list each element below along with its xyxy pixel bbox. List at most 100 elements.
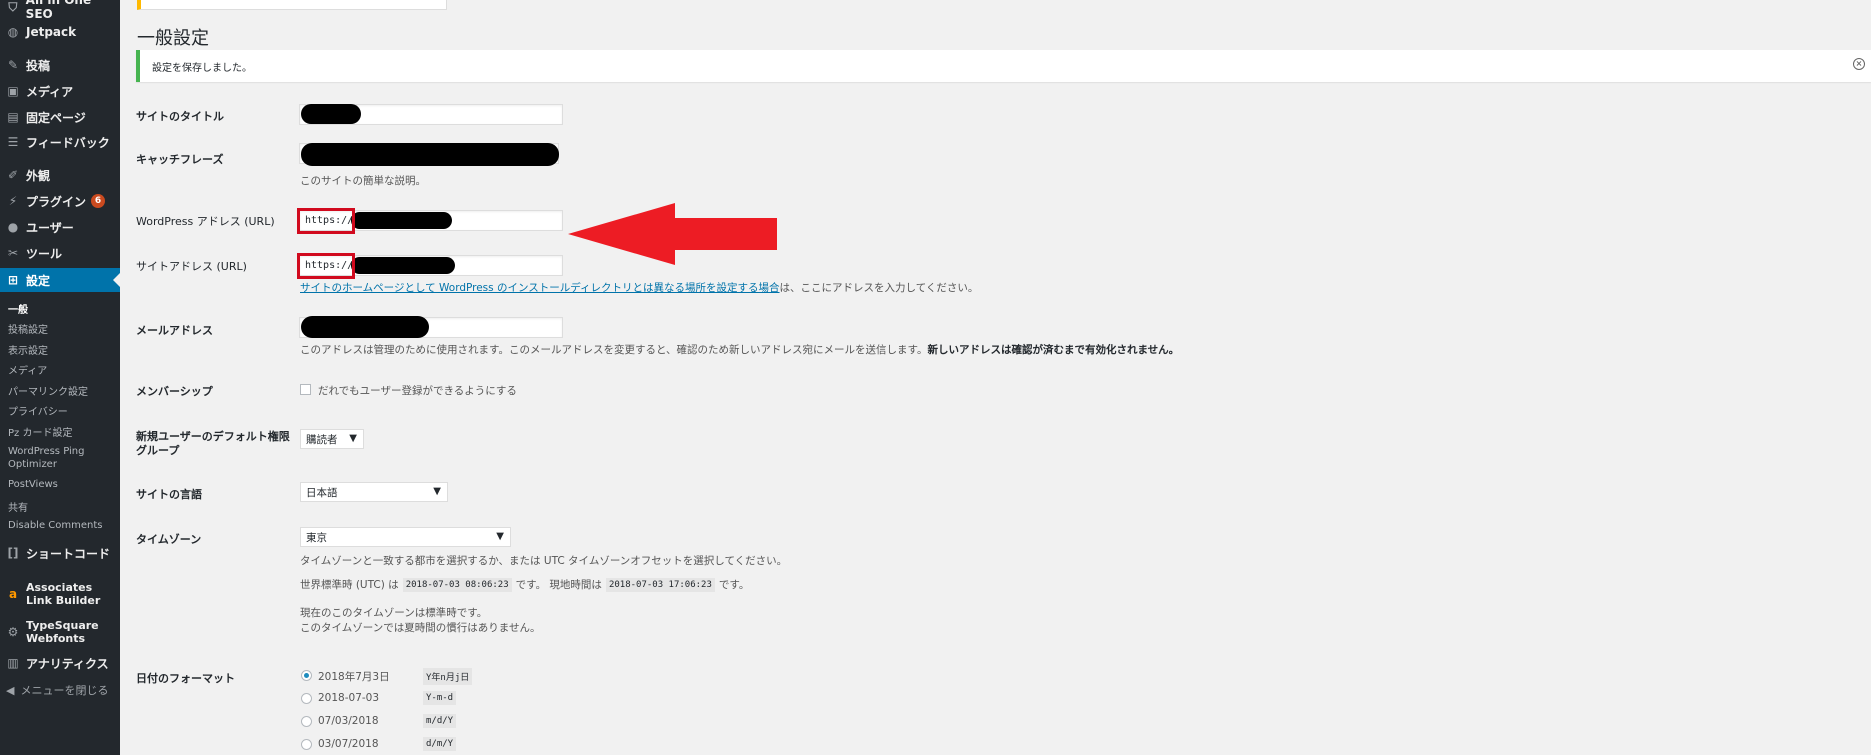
gear-icon: ⚙ [7, 624, 19, 639]
utc-prefix: 世界標準時 (UTC) は [300, 579, 399, 591]
brush-icon: ✐ [7, 168, 19, 182]
submenu-privacy[interactable]: プライバシー [8, 403, 118, 418]
sidebar-item-shortcode[interactable]: [] ショートコード [0, 542, 120, 564]
submenu-general[interactable]: 一般 [8, 301, 118, 316]
dropdown-arrow-icon: ▼ [433, 486, 441, 497]
page-title: 一般設定 [137, 28, 209, 49]
utc-time: 2018-07-03 08:06:23 [402, 577, 512, 592]
date-format-code-4: d/m/Y [423, 737, 457, 751]
membership-checkbox-label: だれでもユーザー登録ができるようにする [318, 385, 517, 397]
annotation-highlight-box [297, 208, 355, 234]
sidebar-item-posts[interactable]: ✎ 投稿 [0, 54, 120, 76]
timezone-description: タイムゾーンと一致する都市を選択するか、または UTC タイムゾーンオフセットを… [300, 555, 788, 567]
media-icon: ▣ [7, 84, 19, 98]
site-address-description: サイトのホームページとして WordPress のインストールディレクトリとは異… [300, 280, 978, 295]
sidebar-item-typesquare[interactable]: ⚙ TypeSquare Webfonts [0, 617, 120, 647]
redaction-mark [301, 104, 361, 124]
timezone-value: 東京 [306, 531, 327, 544]
submenu-writing[interactable]: 投稿設定 [8, 321, 118, 336]
submenu-postviews[interactable]: PostViews [8, 479, 118, 490]
email-label: メールアドレス [136, 324, 213, 337]
site-address-label-text: サイトアドレス (URL) [136, 260, 247, 273]
sidebar-item-plugins[interactable]: ⚡ プラグイン 6 [0, 190, 120, 212]
redaction-mark [301, 143, 559, 166]
local-time: 2018-07-03 17:06:23 [605, 577, 715, 592]
site-address-help-link[interactable]: サイトのホームページとして WordPress のインストールディレクトリとは異… [300, 282, 780, 294]
sidebar-item-users[interactable]: ● ユーザー [0, 216, 120, 238]
redaction-mark [351, 212, 452, 229]
sidebar-item-analytics[interactable]: ▥ アナリティクス [0, 652, 120, 674]
submenu-media[interactable]: メディア [8, 362, 118, 377]
submenu-ping-optimizer[interactable]: WordPress Ping Optimizer [8, 445, 103, 471]
wrench-icon: ✂ [7, 246, 19, 260]
sidebar-item-tools[interactable]: ✂ ツール [0, 242, 120, 264]
date-format-radio-1[interactable] [301, 670, 312, 681]
date-format-radio-3[interactable] [301, 716, 312, 727]
collapse-icon: ◀ [6, 683, 15, 697]
redaction-mark [301, 316, 429, 338]
sidebar-item-associates[interactable]: a Associates Link Builder [0, 579, 120, 609]
annotation-highlight-box [297, 253, 355, 279]
email-description: このアドレスは管理のために使用されます。このメールアドレスを変更すると、確認のた… [300, 342, 1179, 357]
active-indicator [113, 273, 120, 287]
top-notice-fragment [137, 0, 447, 10]
redaction-mark [351, 257, 455, 274]
update-count-badge: 6 [91, 194, 106, 208]
membership-label: メンバーシップ [136, 385, 213, 398]
sidebar-item-media[interactable]: ▣ メディア [0, 80, 120, 102]
date-format-radio-4[interactable] [301, 739, 312, 750]
date-format-radio-2[interactable] [301, 693, 312, 704]
sidebar-item-pages[interactable]: ▤ 固定ページ [0, 106, 120, 128]
date-format-label-1: 2018年7月3日 [318, 671, 390, 683]
site-address-desc-rest: は、ここにアドレスを入力してください。 [779, 282, 979, 294]
date-format-label-3: 07/03/2018 [318, 715, 379, 727]
notice-text: 設定を保存しました。 [152, 62, 252, 74]
wp-address-label-text: WordPress アドレス (URL) [136, 215, 275, 228]
site-title-label: サイトのタイトル [136, 110, 224, 123]
submenu-pz-card[interactable]: Pz カード設定 [8, 424, 118, 439]
sidebar-item-jetpack[interactable]: ◍ Jetpack [0, 21, 120, 43]
date-format-code-3: m/d/Y [423, 714, 457, 728]
dropdown-arrow-icon: ▼ [496, 531, 504, 542]
language-value: 日本語 [306, 486, 338, 499]
utc-time-line: 世界標準時 (UTC) は 2018-07-03 08:06:23 です。 現地… [300, 577, 749, 592]
site-address-label: サイトアドレス (URL) [136, 258, 247, 274]
submenu-disable-comments[interactable]: Disable Comments [8, 520, 118, 531]
plugin-icon: ⚡ [8, 194, 18, 208]
timezone-select[interactable]: 東京 ▼ [300, 527, 511, 547]
language-select[interactable]: 日本語 ▼ [300, 482, 448, 502]
amazon-icon: a [8, 586, 18, 601]
membership-checkbox[interactable] [300, 384, 311, 395]
dst-line-1: 現在のこのタイムゾーンは標準時です。 [300, 607, 488, 619]
feedback-icon: ☰ [7, 135, 19, 149]
default-role-value: 購読者 [306, 433, 338, 446]
sidebar-item-settings[interactable]: ⊞ 設定 [0, 268, 120, 292]
shield-icon: ⛉ [8, 0, 18, 14]
collapse-menu-button[interactable]: ◀ メニューを閉じる [6, 682, 108, 698]
date-format-code-2: Y-m-d [423, 691, 457, 705]
settings-saved-notice: 設定を保存しました。 × [136, 50, 1871, 82]
default-role-label-line2: グループ [136, 444, 180, 457]
jetpack-icon: ◍ [7, 25, 19, 39]
date-format-code-1: Y年n月j日 [423, 668, 473, 685]
user-icon: ● [7, 220, 19, 234]
sidebar-item-all-in-one-seo[interactable]: ⛉ All in One SEO [0, 0, 120, 21]
dismiss-icon[interactable]: × [1853, 58, 1865, 70]
page-icon: ▤ [7, 110, 19, 124]
tagline-description: このサイトの簡単な説明。 [300, 175, 426, 187]
date-format-label: 日付のフォーマット [136, 672, 235, 685]
local-suffix: です。 [718, 579, 750, 591]
submenu-reading[interactable]: 表示設定 [8, 342, 118, 357]
dropdown-arrow-icon: ▼ [349, 433, 357, 444]
tagline-label: キャッチフレーズ [136, 153, 224, 166]
shortcode-icon: [] [7, 546, 19, 560]
submenu-sharing[interactable]: 共有 [8, 499, 118, 514]
date-format-label-4: 03/07/2018 [318, 738, 379, 750]
default-role-select[interactable]: 購読者 ▼ [300, 429, 364, 449]
admin-sidebar: ⛉ All in One SEO ◍ Jetpack ✎ 投稿 ▣ メディア ▤ 固定ペー… [0, 0, 120, 755]
pin-icon: ✎ [7, 58, 19, 72]
sidebar-item-appearance[interactable]: ✐ 外観 [0, 164, 120, 186]
submenu-permalink[interactable]: パーマリンク設定 [8, 383, 118, 398]
sidebar-item-feedback[interactable]: ☰ フィードバック [0, 131, 120, 153]
wp-address-label: WordPress アドレス (URL) [136, 213, 275, 229]
